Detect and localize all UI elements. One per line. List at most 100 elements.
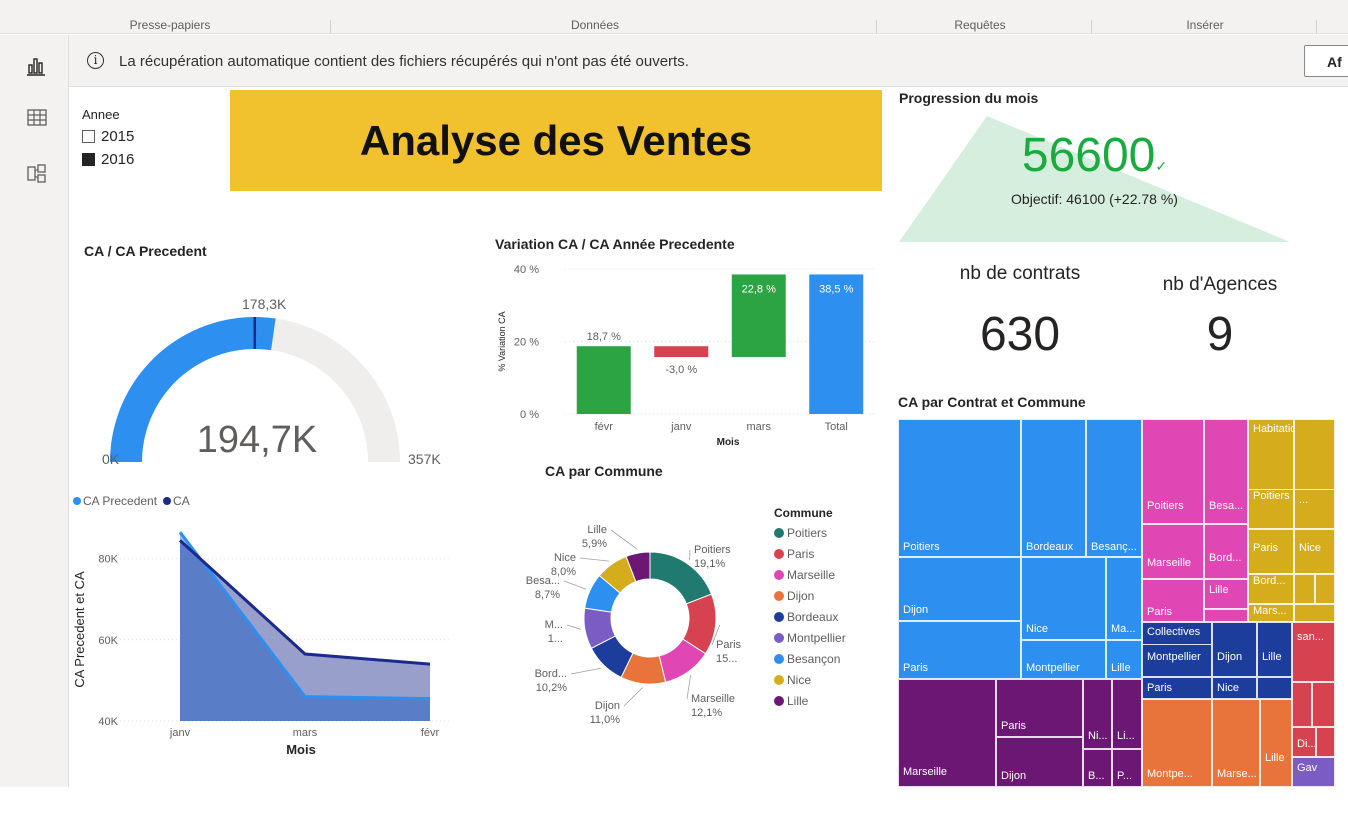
- treemap-cell[interactable]: Nice: [1294, 529, 1335, 574]
- card-agencies[interactable]: nb d'Agences 9: [1140, 274, 1300, 374]
- checkbox-checked-icon[interactable]: [82, 153, 95, 166]
- treemap-cell[interactable]: Paris: [996, 679, 1083, 737]
- treemap-cell-label: Bordeaux: [1026, 541, 1074, 553]
- legend-item[interactable]: Paris: [774, 543, 846, 564]
- treemap-cell[interactable]: Lille: [1260, 699, 1292, 787]
- leader-line: [563, 580, 587, 590]
- treemap-cell[interactable]: Bord...: [1204, 524, 1248, 579]
- gauge-visual[interactable]: CA / CA Precedent 178,3K 0K 357K 194,7K: [82, 243, 462, 473]
- slice-value-label: 5,9%: [582, 538, 607, 550]
- treemap-group-sante[interactable]: san...: [1292, 622, 1335, 682]
- treemap-cell[interactable]: Besa...: [1204, 419, 1248, 524]
- treemap-cell[interactable]: Dijon: [898, 557, 1021, 621]
- x-tick-label: mars: [747, 421, 772, 433]
- treemap-cell[interactable]: Montpellier: [1021, 640, 1106, 679]
- treemap-cell[interactable]: Lille: [1204, 579, 1248, 609]
- legend-label: Marseille: [787, 567, 836, 582]
- treemap-cell[interactable]: Dijon: [1212, 622, 1257, 677]
- waterfall-visual[interactable]: Variation CA / CA Année Precedente 40 % 2…: [495, 236, 885, 456]
- treemap-cell[interactable]: Besanç...: [1086, 419, 1142, 557]
- treemap-cell[interactable]: [1315, 574, 1335, 604]
- treemap-cell[interactable]: Montpellier: [1142, 644, 1212, 677]
- slice-value-label: 10,2%: [536, 682, 567, 694]
- treemap-cell-label: Montpellier: [1026, 662, 1080, 674]
- data-view-icon[interactable]: [26, 107, 48, 129]
- kpi-visual[interactable]: Progression du mois 56600✓ Objectif: 461…: [899, 90, 1290, 245]
- slicer-item-2015[interactable]: 2015: [82, 128, 202, 145]
- treemap-cell[interactable]: Paris: [1248, 529, 1294, 574]
- treemap-cell[interactable]: Mars...: [1248, 604, 1294, 622]
- treemap-cell[interactable]: Paris: [1142, 677, 1212, 699]
- ribbon-group-queries[interactable]: Requêtes: [930, 20, 1030, 34]
- legend-item[interactable]: Bordeaux: [774, 606, 846, 627]
- treemap-cell[interactable]: [1316, 727, 1335, 757]
- leader-line: [570, 667, 602, 675]
- legend-item[interactable]: Montpellier: [774, 627, 846, 648]
- treemap-cell-label: B...: [1088, 770, 1105, 782]
- card-value: 9: [1206, 308, 1234, 361]
- area-visual[interactable]: CA Precedent CA 80K 60K 40K janv mars févr Moi…: [70, 488, 450, 778]
- treemap-cell[interactable]: Ni...: [1083, 679, 1112, 749]
- treemap-cell[interactable]: Nice: [1021, 557, 1106, 640]
- slice-value-label: 1...: [548, 633, 563, 645]
- treemap-cell[interactable]: Montpe...: [1142, 699, 1212, 787]
- treemap-cell[interactable]: [1294, 574, 1315, 604]
- treemap-cell[interactable]: Marse...: [1212, 699, 1260, 787]
- treemap-cell[interactable]: Marseille: [1142, 524, 1204, 579]
- model-view-icon[interactable]: [26, 163, 48, 185]
- treemap-cell[interactable]: [1312, 682, 1335, 727]
- treemap-cell[interactable]: Ma...: [1106, 557, 1142, 640]
- treemap-visual[interactable]: CA par Contrat et Commune AUTOPoitiersBo…: [898, 394, 1338, 788]
- slice-value-label: 12,1%: [691, 707, 722, 719]
- legend-item[interactable]: Nice: [774, 669, 846, 690]
- treemap-cell[interactable]: Lille: [1106, 640, 1142, 679]
- legend-item[interactable]: Marseille: [774, 564, 846, 585]
- legend-item[interactable]: Lille: [774, 690, 846, 711]
- y-tick-label: 80K: [98, 554, 118, 566]
- treemap-cell-label: Dijon: [1217, 651, 1243, 663]
- report-title-banner: Analyse des Ventes: [230, 90, 882, 191]
- treemap-cell[interactable]: Dijon: [996, 737, 1083, 787]
- treemap-cell[interactable]: Paris: [898, 621, 1021, 679]
- donut-visual[interactable]: CA par Commune Poitiers 19,1% Paris 15... Ma…: [520, 463, 950, 773]
- treemap-cell-label: P...: [1117, 770, 1133, 782]
- legend-item[interactable]: Dijon: [774, 585, 846, 606]
- slicer-item-2016[interactable]: 2016: [82, 151, 202, 168]
- leader-line: [610, 529, 638, 550]
- checkbox-icon[interactable]: [82, 130, 95, 143]
- treemap-cell[interactable]: P...: [1112, 749, 1142, 787]
- treemap-cell[interactable]: [1257, 677, 1292, 699]
- treemap-cell[interactable]: Di...: [1292, 727, 1316, 757]
- treemap-cell[interactable]: B...: [1083, 749, 1112, 787]
- treemap-cell[interactable]: [1294, 604, 1335, 622]
- treemap-cell[interactable]: Nice: [1212, 677, 1257, 699]
- legend-dot-icon: [774, 548, 784, 559]
- treemap-chart: AUTOPoitiersBordeauxBesanç...DijonNiceMa…: [898, 419, 1335, 787]
- legend-item[interactable]: Poitiers: [774, 522, 846, 543]
- y-axis-title: CA Precedent et CA: [72, 571, 87, 688]
- treemap-cell[interactable]: Poitiers: [1248, 489, 1294, 529]
- treemap-cell[interactable]: [1204, 609, 1248, 622]
- ribbon-group-data[interactable]: Données: [545, 20, 645, 34]
- treemap-cell[interactable]: ...: [1294, 489, 1335, 529]
- treemap-cell[interactable]: [1292, 682, 1312, 727]
- treemap-cell[interactable]: Bordeaux: [1021, 419, 1086, 557]
- treemap-cell-label: Marseille: [1147, 557, 1192, 569]
- ribbon-group-clipboard[interactable]: Presse-papiers: [120, 20, 220, 34]
- card-contracts[interactable]: nb de contrats 630: [930, 263, 1110, 373]
- treemap-cell[interactable]: Li...: [1112, 679, 1142, 749]
- ribbon-group-insert[interactable]: Insérer: [1155, 20, 1255, 34]
- legend-label: Bordeaux: [787, 609, 839, 624]
- treemap-cell[interactable]: Bord...: [1248, 574, 1294, 604]
- treemap-cell[interactable]: Poitiers: [1142, 419, 1204, 524]
- treemap-cell[interactable]: Marseille: [898, 679, 996, 787]
- report-view-icon[interactable]: [26, 55, 48, 77]
- slice-value-label: 15...: [716, 653, 737, 665]
- treemap-cell[interactable]: Lille: [1257, 622, 1292, 677]
- notification-action-button[interactable]: Af: [1304, 45, 1348, 77]
- treemap-cell-label: Collectives: [1147, 626, 1201, 638]
- treemap-cell[interactable]: Poitiers: [898, 419, 1021, 557]
- treemap-group-gav[interactable]: Gav: [1292, 757, 1335, 787]
- legend-item[interactable]: Besançon: [774, 648, 846, 669]
- treemap-cell[interactable]: Paris: [1142, 579, 1204, 622]
